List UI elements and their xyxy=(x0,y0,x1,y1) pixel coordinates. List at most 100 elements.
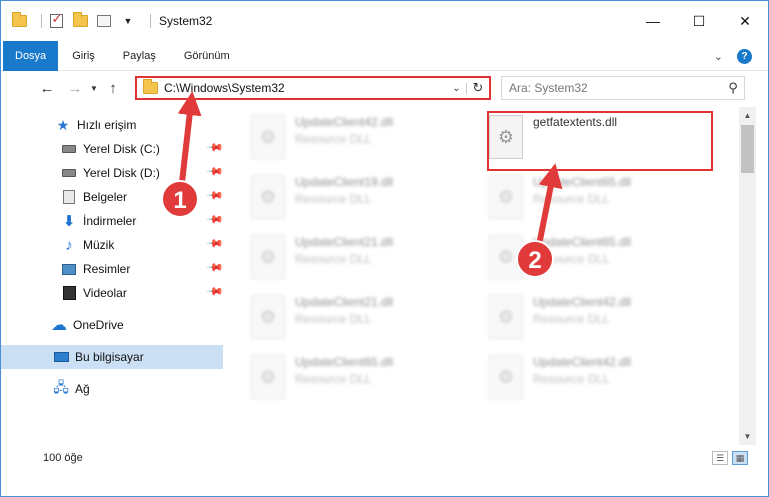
file-tile[interactable]: ⚙ UpdateClient21.dll Resource DLL xyxy=(251,235,481,291)
explorer-window: ▼ System32 — ☐ ✕ Dosya Giriş Paylaş Görü… xyxy=(0,0,769,497)
refresh-icon[interactable]: ↻ xyxy=(467,80,489,96)
sidebar-item-network[interactable]: 🖧 Ağ xyxy=(1,377,223,401)
file-name: UpdateClient21.dll xyxy=(295,235,394,249)
tab-share[interactable]: Paylaş xyxy=(109,41,170,71)
help-icon[interactable]: ? xyxy=(737,49,752,64)
file-tile[interactable]: ⚙ UpdateClient42.dll Resource DLL xyxy=(489,295,719,351)
scroll-down-icon[interactable]: ▼ xyxy=(739,428,756,445)
file-type: Resource DLL xyxy=(295,372,372,386)
cloud-icon: ☁ xyxy=(51,317,67,334)
sidebar-item-this-pc[interactable]: Bu bilgisayar xyxy=(1,345,223,369)
highlight-box xyxy=(487,111,713,171)
properties-icon[interactable] xyxy=(96,13,112,29)
address-history-dropdown[interactable]: ⌄ xyxy=(447,82,467,94)
pin-icon: 📌 xyxy=(205,186,224,205)
sidebar-item-videos[interactable]: Videolar 📌 xyxy=(1,281,224,305)
pin-icon: 📌 xyxy=(205,162,224,181)
sidebar-item-label: Resimler xyxy=(83,262,131,276)
window-title: System32 xyxy=(159,14,213,28)
dll-file-icon: ⚙ xyxy=(489,295,523,339)
search-box[interactable]: Ara: System32 ⚲ xyxy=(501,76,745,100)
sidebar-item-local-disk-c[interactable]: Yerel Disk (C:) 📌 xyxy=(1,137,224,161)
chevron-down-icon[interactable]: ⌄ xyxy=(714,50,723,63)
sidebar-item-label: Müzik xyxy=(83,238,115,252)
file-name: UpdateClient42.dll xyxy=(533,295,632,309)
pin-icon: 📌 xyxy=(205,234,224,253)
sidebar-item-quick-access[interactable]: ★ Hızlı erişim xyxy=(1,113,223,137)
file-tile[interactable]: ⚙ UpdateClient42.dll Resource DLL xyxy=(489,355,719,411)
file-name: UpdateClient42.dll xyxy=(295,115,394,129)
file-tile[interactable]: ⚙ UpdateClient65.dll Resource DLL xyxy=(251,355,481,411)
file-name: UpdateClient19.dll xyxy=(295,175,394,189)
new-folder-icon[interactable] xyxy=(72,12,88,29)
file-tile[interactable]: ⚙ UpdateClient21.dll Resource DLL xyxy=(251,295,481,351)
search-input[interactable]: Ara: System32 xyxy=(502,81,722,95)
network-icon: 🖧 xyxy=(53,379,69,395)
large-icons-view-icon[interactable]: ▦ xyxy=(732,451,748,465)
file-tile[interactable]: ⚙ UpdateClient19.dll Resource DLL xyxy=(251,175,481,231)
pin-icon: 📌 xyxy=(205,210,224,229)
file-name: UpdateClient65.dll xyxy=(533,175,632,189)
file-name: UpdateClient42.dll xyxy=(533,355,632,369)
navigation-pane: ★ Hızlı erişim Yerel Disk (C:) 📌 Yerel D… xyxy=(1,111,224,441)
pictures-icon xyxy=(61,261,77,277)
title-bar: ▼ System32 — ☐ ✕ xyxy=(1,1,768,41)
tab-view[interactable]: Görünüm xyxy=(170,41,244,71)
file-name: UpdateClient21.dll xyxy=(295,295,394,309)
music-icon: ♪ xyxy=(65,236,73,254)
back-arrow-icon[interactable]: ← xyxy=(35,77,59,101)
properties-check-icon[interactable] xyxy=(48,11,64,29)
file-tile[interactable]: ⚙ UpdateClient42.dll Resource DLL xyxy=(251,115,481,171)
sidebar-item-label: Belgeler xyxy=(83,190,128,204)
star-icon: ★ xyxy=(56,116,70,133)
sidebar-item-label: Bu bilgisayar xyxy=(75,350,144,364)
sidebar-item-label: Yerel Disk (D:) xyxy=(83,166,160,180)
vertical-scrollbar[interactable]: ▲ ▼ xyxy=(739,107,756,445)
scrollbar-thumb[interactable] xyxy=(741,125,754,173)
quick-access-toolbar: ▼ System32 xyxy=(11,1,212,41)
file-name: UpdateClient65.dll xyxy=(295,355,394,369)
sidebar-item-label: Yerel Disk (C:) xyxy=(83,142,160,156)
file-type: Resource DLL xyxy=(533,372,610,386)
drive-icon xyxy=(61,165,77,181)
item-count: 100 öğe xyxy=(43,452,83,464)
sidebar-item-local-disk-d[interactable]: Yerel Disk (D:) 📌 xyxy=(1,161,224,185)
minimize-button[interactable]: — xyxy=(630,1,676,41)
pin-icon: 📌 xyxy=(205,138,224,157)
divider xyxy=(41,14,42,28)
sidebar-item-label: Ağ xyxy=(75,382,90,396)
recent-locations-icon[interactable]: ▼ xyxy=(87,77,101,101)
sidebar-item-onedrive[interactable]: ☁ OneDrive xyxy=(1,313,223,337)
file-type: Resource DLL xyxy=(295,192,372,206)
documents-icon xyxy=(61,189,77,205)
address-bar[interactable]: C:\Windows\System32 ⌄ ↻ xyxy=(135,76,491,100)
dll-file-icon: ⚙ xyxy=(251,295,285,339)
search-icon[interactable]: ⚲ xyxy=(722,80,744,96)
address-text[interactable]: C:\Windows\System32 xyxy=(164,81,447,95)
sidebar-item-music[interactable]: ♪ Müzik 📌 xyxy=(1,233,223,257)
details-view-icon[interactable]: ☰ xyxy=(712,451,728,465)
drive-icon xyxy=(61,141,77,157)
up-arrow-icon[interactable]: ↑ xyxy=(101,77,125,101)
dll-file-icon: ⚙ xyxy=(251,175,285,219)
file-type: Resource DLL xyxy=(295,312,372,326)
file-tile[interactable]: ⚙ UpdateClient65.dll Resource DLL xyxy=(489,175,719,231)
ribbon-tabs: Dosya Giriş Paylaş Görünüm ⌄ ? xyxy=(1,40,768,71)
computer-icon xyxy=(53,349,69,365)
sidebar-item-pictures[interactable]: Resimler 📌 xyxy=(1,257,224,281)
pin-icon: 📌 xyxy=(205,258,224,277)
sidebar-item-label: Hızlı erişim xyxy=(77,118,137,132)
tab-file[interactable]: Dosya xyxy=(3,40,59,71)
download-icon: ⬇ xyxy=(62,213,76,230)
maximize-button[interactable]: ☐ xyxy=(676,1,722,41)
scroll-up-icon[interactable]: ▲ xyxy=(739,107,756,124)
dll-file-icon: ⚙ xyxy=(489,175,523,219)
customize-toolbar-icon[interactable]: ▼ xyxy=(120,13,136,29)
forward-arrow-icon[interactable]: → xyxy=(63,77,87,101)
close-button[interactable]: ✕ xyxy=(722,1,768,41)
status-bar: 100 öğe ☰ ▦ xyxy=(1,447,768,469)
annotation-badge-2: 2 xyxy=(516,240,554,278)
videos-icon xyxy=(61,285,77,301)
dll-file-icon: ⚙ xyxy=(489,355,523,399)
tab-home[interactable]: Giriş xyxy=(58,41,109,71)
